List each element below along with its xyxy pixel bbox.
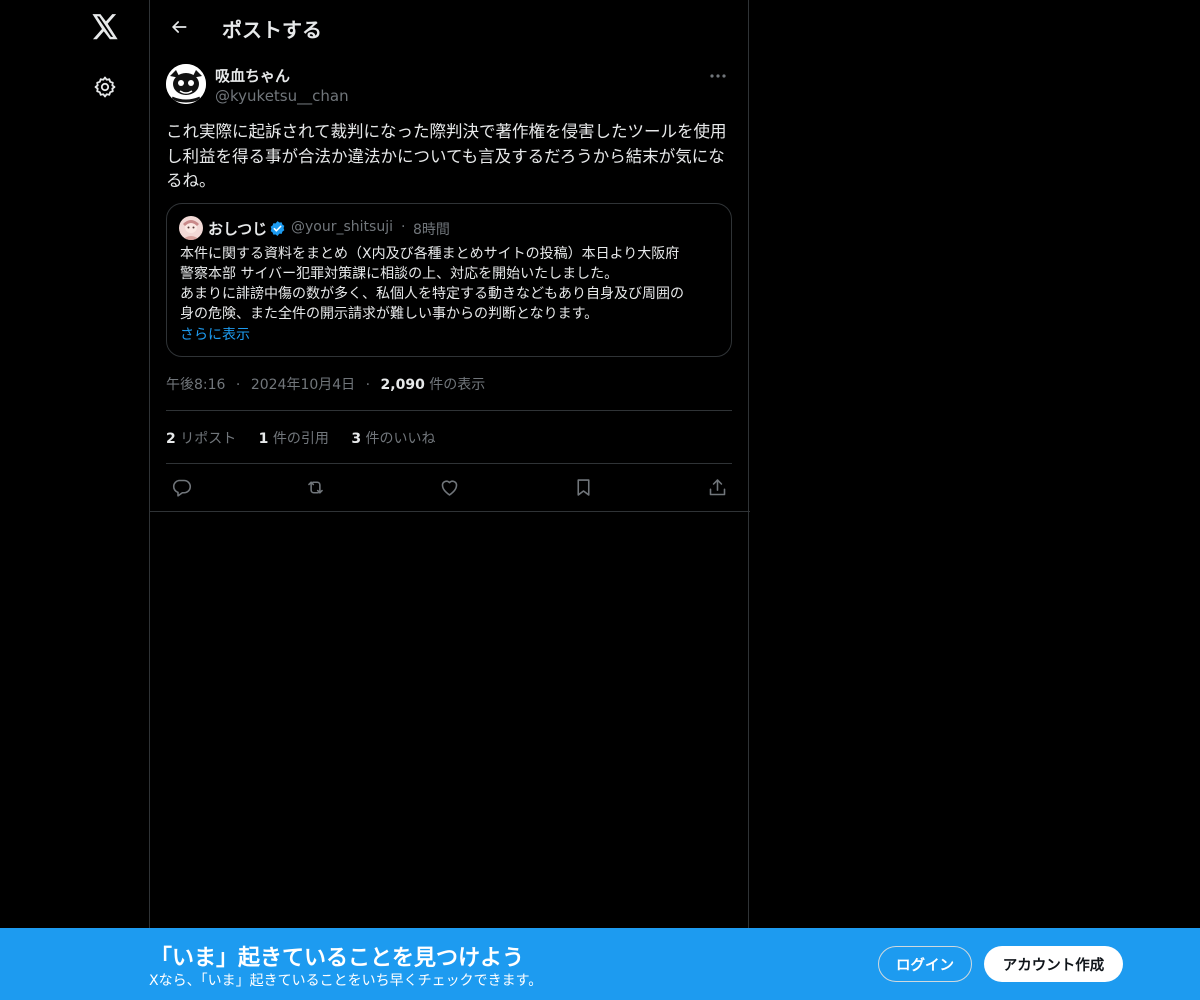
- quote-timestamp[interactable]: 8時間: [413, 219, 450, 239]
- quote-text-line: 警察本部 サイバー犯罪対策課に相談の上、対応を開始いたしました。: [180, 266, 619, 282]
- signup-banner: 「いま」起きていることを見つけよう Xなら、「いま」起きていることをいち早くチェ…: [0, 928, 1200, 1000]
- quote-avatar[interactable]: [179, 216, 203, 240]
- quote-text: 本件に関する資料をまとめ（X内及び各種まとめサイトの投稿）本日より大阪府 警察本…: [180, 244, 725, 324]
- arrow-left-icon: [172, 21, 187, 33]
- separator-dot: ·: [365, 377, 371, 393]
- x-logo-icon[interactable]: [88, 10, 122, 44]
- likes-stat[interactable]: 3 件のいいね: [351, 428, 435, 448]
- like-button[interactable]: [436, 474, 462, 500]
- quote-author-handle: @your_shitsuji: [291, 219, 393, 235]
- repost-button[interactable]: [302, 474, 328, 500]
- views-label: 件の表示: [429, 377, 486, 393]
- reply-icon: [172, 479, 191, 497]
- bookmark-button[interactable]: [570, 474, 596, 500]
- create-account-button[interactable]: アカウント作成: [984, 946, 1123, 982]
- quote-author-name: おしつじ: [208, 220, 268, 238]
- quote-text-line: 本件に関する資料をまとめ（X内及び各種まとめサイトの投稿）本日より大阪府: [180, 246, 680, 262]
- likes-label: 件のいいね: [365, 431, 436, 447]
- divider: [166, 463, 732, 464]
- author-handle[interactable]: @kyuketsu__chan: [215, 87, 349, 105]
- repost-icon: [307, 480, 323, 494]
- like-icon: [441, 479, 457, 496]
- quoted-post[interactable]: おしつじ @your_shitsuji · 8時間 本件に関する資料をまとめ（X…: [166, 203, 732, 357]
- author-name[interactable]: 吸血ちゃん: [215, 65, 290, 86]
- reposts-stat[interactable]: 2 リポスト: [166, 428, 236, 448]
- share-icon: [709, 478, 725, 495]
- quotes-stat[interactable]: 1 件の引用: [259, 428, 329, 448]
- separator-dot: ·: [401, 219, 406, 235]
- banner-subtitle: Xなら、「いま」起きていることをいち早くチェックできます。: [149, 973, 543, 989]
- separator-dot: ·: [235, 377, 241, 393]
- quote-text-line: 身の危険、また全件の開示請求が難しい事からの判断となります。: [180, 306, 599, 322]
- header: ポストする: [150, 0, 750, 54]
- quotes-count: 1: [258, 431, 269, 447]
- back-button[interactable]: [162, 10, 196, 44]
- show-more-link[interactable]: さらに表示: [180, 324, 250, 344]
- post-time[interactable]: 午後8:16: [166, 377, 225, 393]
- post-stats: 2 リポスト 1 件の引用 3 件のいいね: [166, 428, 454, 448]
- main-column: ポストする 吸血ちゃん @kyuketsu__chan これ実際に起訴されて裁判…: [149, 0, 750, 1000]
- post-text: これ実際に起訴されて裁判になった際判決で著作権を侵害したツールを使用し利益を得る…: [166, 122, 727, 190]
- post-meta: 午後8:16 · 2024年10月4日 · 2,090 件の表示: [166, 374, 485, 394]
- reply-button[interactable]: [168, 474, 194, 500]
- more-options-button[interactable]: [703, 64, 733, 88]
- likes-count: 3: [351, 431, 362, 447]
- page-title: ポストする: [222, 18, 322, 42]
- share-button[interactable]: [704, 474, 730, 500]
- left-nav: [0, 0, 150, 1000]
- verified-badge-icon: [269, 220, 286, 237]
- action-bar: [166, 474, 733, 500]
- reposts-label: リポスト: [180, 431, 237, 447]
- views-count: 2,090: [380, 377, 425, 393]
- login-button[interactable]: ログイン: [878, 946, 972, 982]
- quotes-label: 件の引用: [272, 431, 329, 447]
- banner-title: 「いま」起きていることを見つけよう: [150, 946, 525, 971]
- post-date[interactable]: 2024年10月4日: [251, 377, 355, 393]
- divider: [166, 410, 732, 411]
- divider: [150, 511, 750, 512]
- reposts-count: 2: [166, 431, 176, 447]
- gear-icon[interactable]: [88, 70, 122, 104]
- avatar[interactable]: [166, 64, 206, 104]
- quote-text-line: あまりに誹謗中傷の数が多く、私個人を特定する動きなどもあり自身及び周囲の: [180, 286, 684, 302]
- bookmark-icon: [576, 478, 590, 496]
- more-icon: [710, 74, 726, 78]
